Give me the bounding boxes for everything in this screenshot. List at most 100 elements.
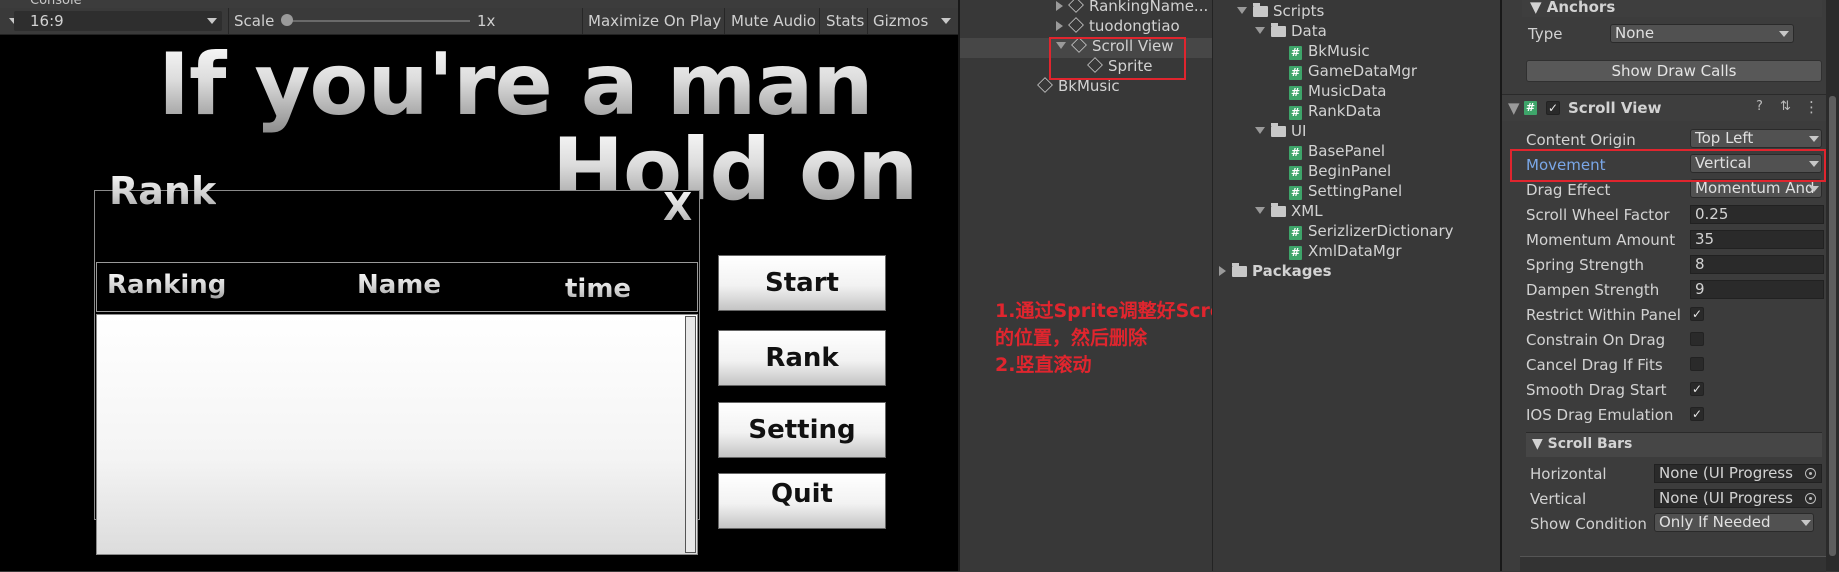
project-folder-packages[interactable]: Packages — [1219, 262, 1332, 282]
collapse-arrow-icon[interactable] — [1255, 27, 1265, 34]
rank-scrollbar[interactable] — [685, 316, 696, 553]
toolbar-divider — [724, 8, 725, 34]
cancel-drag-if-fits-checkbox[interactable] — [1690, 357, 1704, 371]
project-item-label: UI — [1291, 122, 1307, 140]
expand-arrow-icon[interactable] — [1056, 1, 1063, 11]
collapse-arrow-icon[interactable] — [1237, 7, 1247, 14]
component-enabled-checkbox[interactable]: ✓ — [1546, 101, 1560, 115]
aspect-value: 16:9 — [30, 12, 64, 30]
restrict-within-panel-checkbox[interactable]: ✓ — [1690, 307, 1704, 321]
project-item-label: MusicData — [1308, 82, 1387, 100]
gizmos-chevron-down-icon[interactable] — [941, 18, 951, 24]
game-view: Console 16:9 Scale 1x Maximize On Play M… — [0, 0, 958, 571]
folder-icon — [1271, 123, 1286, 137]
anchors-header: ▼ Anchors — [1530, 0, 1616, 16]
quit-button[interactable]: Quit — [718, 473, 886, 529]
highlight-box — [1510, 149, 1826, 182]
next-component-header[interactable] — [1520, 556, 1826, 572]
project-folder-data[interactable]: Data — [1255, 22, 1327, 42]
anchors-type-label: Type — [1528, 25, 1563, 43]
project-script[interactable]: # XmlDataMgr — [1289, 242, 1402, 262]
project-script[interactable]: # BasePanel — [1289, 142, 1385, 162]
folder-icon — [1271, 203, 1286, 217]
folder-icon — [1271, 23, 1286, 37]
collapse-arrow-icon[interactable] — [1255, 207, 1265, 214]
smooth-drag-start-checkbox[interactable]: ✓ — [1690, 382, 1704, 396]
constrain-on-drag-checkbox[interactable] — [1690, 332, 1704, 346]
dampen-strength-input[interactable]: 9 — [1690, 280, 1824, 299]
ios-drag-emulation-checkbox[interactable]: ✓ — [1690, 407, 1704, 421]
rank-button[interactable]: Rank — [718, 330, 886, 386]
more-options-icon[interactable]: ⋮ — [1804, 98, 1819, 116]
collapse-arrow-icon[interactable] — [1255, 127, 1265, 134]
component-title: Scroll View — [1568, 99, 1662, 117]
aspect-dropdown[interactable]: 16:9 — [14, 11, 222, 31]
anchors-type-dropdown[interactable]: None — [1610, 24, 1794, 43]
spring-strength-label: Spring Strength — [1526, 256, 1645, 274]
chevron-down-icon — [1809, 136, 1819, 142]
scale-slider-track[interactable] — [286, 20, 470, 22]
close-button[interactable]: X — [663, 185, 692, 229]
momentum-amount-input[interactable]: 35 — [1690, 230, 1824, 249]
project-folder-ui[interactable]: UI — [1255, 122, 1306, 142]
script-icon: # — [1289, 226, 1302, 240]
vertical-scrollbar-label: Vertical — [1530, 490, 1587, 508]
toolbar-divider — [582, 8, 583, 34]
setting-button[interactable]: Setting — [718, 402, 886, 458]
hierarchy-item[interactable]: tuodongtiao — [1056, 17, 1180, 37]
project-script[interactable]: # MusicData — [1289, 82, 1387, 102]
project-script[interactable]: # SerizlizerDictionary — [1289, 222, 1454, 242]
momentum-amount-label: Momentum Amount — [1526, 231, 1676, 249]
hierarchy-item[interactable]: BkMusic — [1037, 77, 1120, 97]
mute-audio-button[interactable]: Mute Audio — [731, 12, 816, 30]
project-item-label: SerizlizerDictionary — [1308, 222, 1454, 240]
maximize-on-play-button[interactable]: Maximize On Play — [588, 12, 721, 30]
show-condition-dropdown[interactable]: Only If Needed — [1654, 513, 1814, 532]
inspector-scrollbar[interactable] — [1826, 0, 1839, 571]
inspector-panel: ▼ Anchors Type None Show Draw Calls ▼ # … — [1502, 0, 1826, 572]
stats-button[interactable]: Stats — [826, 12, 864, 30]
show-condition-label: Show Condition — [1530, 515, 1647, 533]
scale-slider-handle[interactable] — [281, 14, 293, 26]
scroll-view-component-header[interactable]: ▼ # ✓ Scroll View ? ⇅ ⋮ — [1502, 94, 1826, 121]
project-item-label: Data — [1291, 22, 1327, 40]
annotation-line2: 的位置，然后删除 — [995, 327, 1148, 349]
spring-strength-input[interactable]: 8 — [1690, 255, 1824, 274]
project-script[interactable]: # BeginPanel — [1289, 162, 1391, 182]
project-item-label: GameDataMgr — [1308, 62, 1418, 80]
project-script[interactable]: # RankData — [1289, 102, 1381, 122]
project-folder-scripts[interactable]: Scripts — [1237, 2, 1324, 22]
start-button[interactable]: Start — [718, 255, 886, 311]
gizmos-button[interactable]: Gizmos — [873, 12, 928, 30]
inspector-scrollbar-thumb[interactable] — [1829, 96, 1836, 556]
object-picker-icon[interactable] — [1805, 493, 1816, 504]
console-tab-label[interactable]: Console — [30, 0, 82, 8]
expand-arrow-icon[interactable] — [1056, 21, 1063, 31]
content-origin-dropdown[interactable]: Top Left — [1690, 129, 1822, 148]
gameobject-icon — [1068, 17, 1084, 33]
project-script[interactable]: # BkMusic — [1289, 42, 1370, 62]
project-folder-xml[interactable]: XML — [1255, 202, 1323, 222]
console-tab-strip[interactable]: Console — [0, 0, 958, 8]
show-draw-calls-button[interactable]: Show Draw Calls — [1526, 60, 1822, 82]
game-toolbar: 16:9 Scale 1x Maximize On Play Mute Audi… — [0, 8, 958, 35]
project-script[interactable]: # GameDataMgr — [1289, 62, 1417, 82]
hierarchy-item[interactable]: RankingName... — [1056, 0, 1208, 17]
help-icon[interactable]: ? — [1756, 99, 1763, 114]
content-origin-label: Content Origin — [1526, 131, 1636, 149]
scroll-wheel-factor-input[interactable]: 0.25 — [1690, 205, 1824, 224]
expand-arrow-icon[interactable] — [1219, 266, 1226, 276]
foldout-arrow-icon[interactable]: ▼ — [1508, 99, 1520, 117]
script-icon: # — [1524, 101, 1537, 115]
object-picker-icon[interactable] — [1805, 468, 1816, 479]
anchors-foldout[interactable]: ▼ Anchors — [1522, 0, 1822, 17]
scroll-bars-foldout[interactable]: ▼ Scroll Bars — [1526, 432, 1822, 457]
script-icon: # — [1289, 86, 1302, 100]
horizontal-scrollbar-field[interactable]: None (UI Progress — [1654, 464, 1822, 483]
script-icon: # — [1289, 166, 1302, 180]
vertical-scrollbar-field[interactable]: None (UI Progress — [1654, 489, 1822, 508]
preset-icon[interactable]: ⇅ — [1780, 99, 1791, 114]
project-item-label: XmlDataMgr — [1308, 242, 1402, 260]
rank-scroll-view[interactable] — [96, 314, 698, 555]
project-script[interactable]: # SettingPanel — [1289, 182, 1402, 202]
